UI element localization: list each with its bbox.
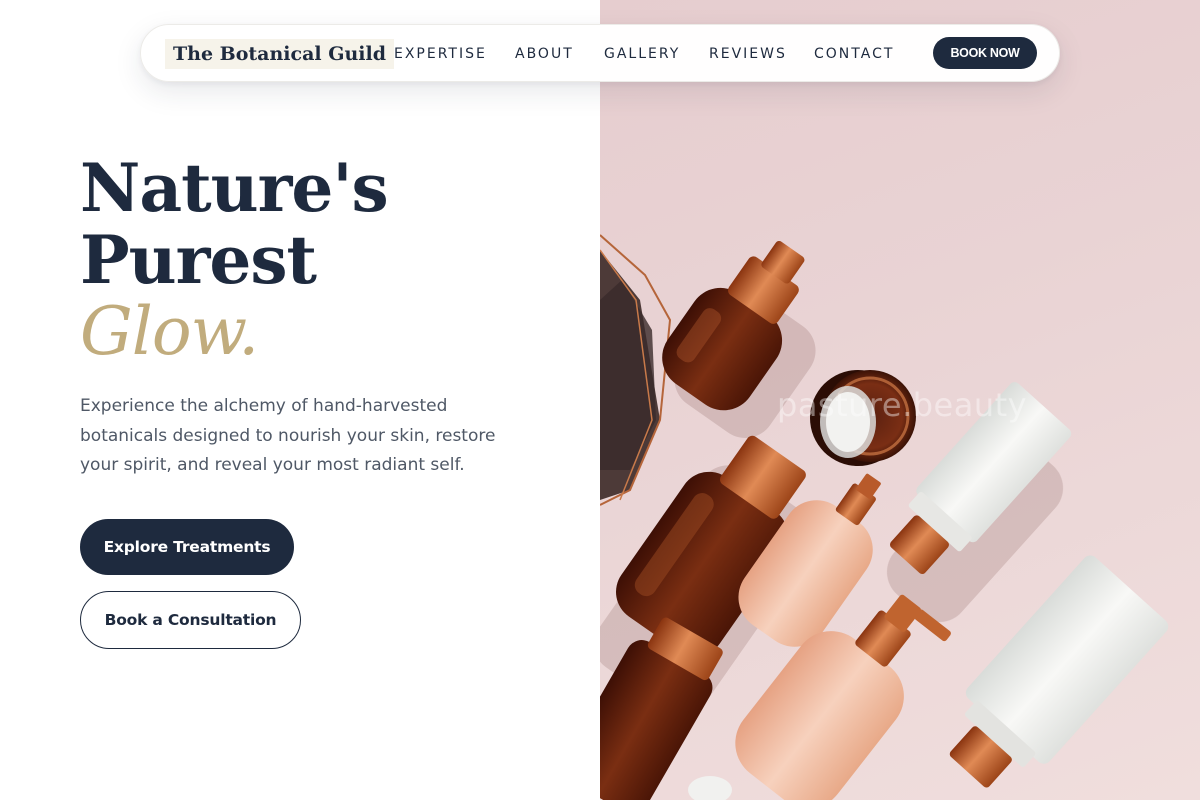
hero-description: Experience the alchemy of hand-harvested… [80, 396, 496, 475]
nav-link-about[interactable]: ABOUT [515, 44, 574, 64]
brand-logo[interactable]: The Botanical Guild [165, 39, 394, 69]
hero-title-line-2: Purest [80, 221, 317, 299]
book-now-button[interactable]: BOOK NOW [933, 37, 1037, 69]
nav-link-contact[interactable]: CONTACT [814, 44, 894, 64]
book-consultation-button[interactable]: Book a Consultation [80, 591, 301, 649]
top-navbar: The Botanical Guild EXPERTISE ABOUT GALL… [140, 24, 1060, 82]
hero-image: pasture.beauty [600, 0, 1200, 800]
nav-link-expertise[interactable]: EXPERTISE [394, 44, 487, 64]
hero-title-line-1: Nature's [80, 149, 389, 227]
nav-link-gallery[interactable]: GALLERY [604, 44, 680, 64]
hero-title: Nature's Purest Glow. [80, 149, 389, 370]
nav-link-reviews[interactable]: REVIEWS [709, 44, 787, 64]
explore-treatments-button[interactable]: Explore Treatments [80, 519, 294, 575]
hero-title-accent: Glow. [80, 293, 259, 370]
image-watermark: pasture.beauty [777, 386, 1028, 424]
